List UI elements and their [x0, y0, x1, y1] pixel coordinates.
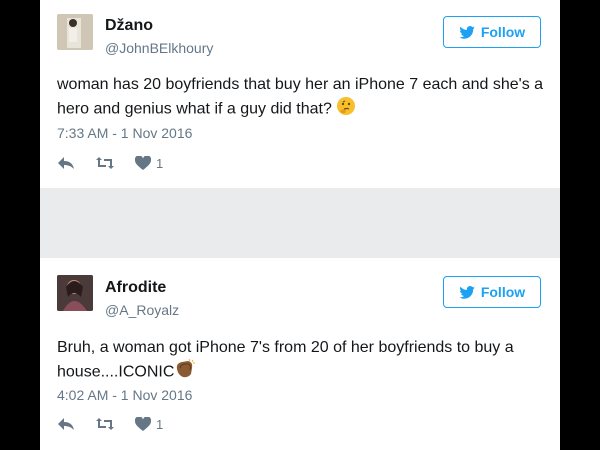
bird-icon	[459, 285, 475, 299]
tweet-actions: 1	[57, 414, 183, 434]
retweet-button[interactable]	[95, 417, 115, 431]
avatar[interactable]	[57, 275, 93, 311]
like-button[interactable]: 1	[135, 156, 163, 171]
tweet-card: Džano @JohnBElkhoury Follow woman has 20…	[40, 0, 560, 188]
bird-icon	[459, 25, 475, 39]
retweet-icon	[96, 418, 114, 430]
follow-button[interactable]: Follow	[443, 276, 541, 308]
tweet-text-block: woman has 20 boyfriends that buy her an …	[57, 73, 547, 123]
follow-label: Follow	[480, 284, 526, 300]
reply-button[interactable]	[57, 156, 75, 170]
reply-button[interactable]	[57, 417, 75, 431]
tweet-text: Bruh, a woman got iPhone 7's from 20 of …	[57, 339, 514, 381]
author-name[interactable]: Džano	[105, 17, 153, 35]
tweets-panel: Džano @JohnBElkhoury Follow woman has 20…	[40, 0, 560, 450]
retweet-icon	[96, 157, 114, 169]
author-handle[interactable]: @A_Royalz	[105, 302, 179, 318]
thinking-face-icon	[336, 96, 356, 123]
reply-icon	[58, 157, 74, 169]
author-name[interactable]: Afrodite	[105, 279, 166, 297]
like-count: 1	[156, 416, 164, 432]
heart-icon	[135, 417, 151, 431]
like-button[interactable]: 1	[135, 417, 163, 432]
heart-icon	[135, 156, 151, 170]
tweet-actions: 1	[57, 153, 183, 173]
like-count: 1	[156, 155, 164, 171]
tweet-text-block: Bruh, a woman got iPhone 7's from 20 of …	[57, 336, 547, 386]
avatar[interactable]	[57, 14, 93, 50]
follow-button[interactable]: Follow	[443, 16, 541, 48]
retweet-button[interactable]	[95, 156, 115, 170]
timestamp[interactable]: 4:02 AM - 1 Nov 2016	[57, 387, 192, 403]
tweet-text: woman has 20 boyfriends that buy her an …	[57, 76, 544, 118]
timestamp[interactable]: 7:33 AM - 1 Nov 2016	[57, 125, 192, 141]
author-handle[interactable]: @JohnBElkhoury	[105, 40, 213, 56]
clapping-hands-icon	[174, 358, 196, 386]
reply-icon	[58, 418, 74, 430]
tweet-card: Afrodite @A_Royalz Follow Bruh, a woman …	[40, 258, 560, 450]
follow-label: Follow	[480, 24, 526, 40]
